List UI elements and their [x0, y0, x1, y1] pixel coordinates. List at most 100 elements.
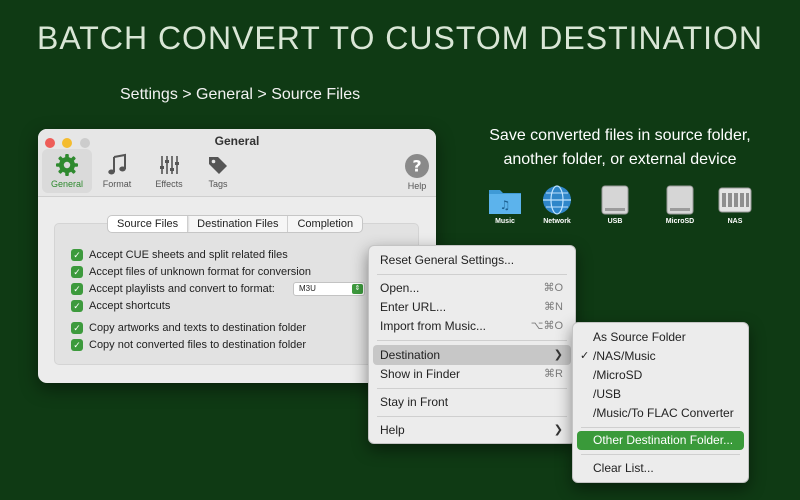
menu-item-label: Reset General Settings... [380, 253, 515, 267]
gear-icon [56, 154, 78, 176]
submenu-item-clear-list[interactable]: Clear List... [577, 459, 744, 478]
option-cue-sheets[interactable]: ✓ Accept CUE sheets and split related fi… [71, 249, 288, 261]
device-network: Network [532, 184, 582, 225]
submenu-item-label: /NAS/Music [593, 349, 656, 363]
option-shortcuts[interactable]: ✓ Accept shortcuts [71, 300, 170, 312]
submenu-item-nas-music[interactable]: ✓ /NAS/Music [577, 347, 744, 366]
device-row: ♫ Music Network USB MicroSD NAS [480, 184, 770, 234]
music-note-icon [108, 153, 126, 175]
submenu-item-label: /USB [593, 387, 622, 401]
checkbox-checked[interactable]: ✓ [71, 339, 83, 351]
option-copy-artworks[interactable]: ✓ Copy artworks and texts to destination… [71, 322, 306, 334]
headline: BATCH CONVERT TO CUSTOM DESTINATION [36, 20, 764, 56]
destination-submenu: As Source Folder ✓ /NAS/Music /MicroSD /… [572, 322, 749, 483]
svg-text:?: ? [412, 157, 421, 176]
submenu-item-music-to-flac[interactable]: /Music/To FLAC Converter [577, 404, 744, 423]
toolbar-format[interactable]: Format [92, 149, 142, 189]
toolbar-help[interactable]: ? Help [392, 149, 436, 191]
menu-item-help[interactable]: Help ❯ [373, 420, 571, 440]
option-label: Accept shortcuts [89, 300, 171, 312]
playlist-format-select[interactable]: M3U ⇕ [293, 282, 365, 296]
menu-item-open[interactable]: Open... ⌘O [373, 278, 571, 298]
svg-text:♫: ♫ [500, 198, 511, 212]
menu-separator [377, 388, 567, 389]
music-folder-icon: ♫ [489, 190, 521, 214]
settings-breadcrumb: Settings > General > Source Files [120, 86, 361, 103]
settings-tabs: Source Files Destination Files Completio… [107, 215, 364, 233]
toolbar-effects[interactable]: Effects [144, 149, 194, 189]
menu-separator [581, 454, 740, 455]
submenu-item-label: /MicroSD [593, 368, 643, 382]
toolbar-tags[interactable]: Tags [193, 149, 243, 189]
device-label: Network [543, 218, 571, 225]
menu-item-label: Enter URL... [380, 300, 447, 314]
tab-destination-files[interactable]: Destination Files [188, 216, 289, 232]
toolbar-label: Effects [155, 179, 183, 189]
tab-completion[interactable]: Completion [288, 216, 362, 232]
caption: Save converted files in source folder, a… [470, 124, 770, 172]
toolbar-label: Help [407, 181, 427, 191]
device-microsd: MicroSD [655, 184, 705, 225]
window-toolbar: General General Format Effects Tags ? He… [38, 129, 436, 197]
option-unknown-format[interactable]: ✓ Accept files of unknown format for con… [71, 266, 311, 278]
device-label: USB [607, 218, 623, 225]
menu-item-import-from-music[interactable]: Import from Music... ⌥⌘O [373, 316, 571, 336]
menu-item-show-in-finder[interactable]: Show in Finder ⌘R [373, 364, 571, 384]
menu-separator [377, 416, 567, 417]
option-copy-not-converted[interactable]: ✓ Copy not converted files to destinatio… [71, 339, 306, 351]
playlist-format-value: M3U [299, 284, 316, 293]
device-label: NAS [727, 218, 743, 225]
menu-item-stay-in-front[interactable]: Stay in Front [373, 392, 571, 412]
device-label: Music [495, 218, 515, 225]
menu-item-destination[interactable]: Destination ❯ [373, 345, 571, 365]
window-title: General [214, 134, 260, 148]
checkbox-checked[interactable]: ✓ [71, 300, 83, 312]
checkmark-icon: ✓ [580, 350, 590, 362]
option-label: Accept playlists and convert to format: [89, 283, 275, 295]
device-nas: NAS [710, 184, 760, 225]
option-label: Accept files of unknown format for conve… [89, 266, 311, 278]
microsd-drive-icon [666, 185, 694, 215]
context-menu: Reset General Settings... Open... ⌘O Ent… [368, 245, 576, 444]
menu-item-label: Destination [380, 348, 441, 362]
toolbar-label: Tags [208, 179, 228, 189]
menu-shortcut: ⌥⌘O [530, 320, 563, 332]
sliders-icon [160, 156, 179, 174]
nas-server-icon [718, 187, 752, 213]
submenu-item-microsd[interactable]: /MicroSD [577, 366, 744, 385]
toolbar-label: Format [102, 179, 132, 189]
submenu-item-label: /Music/To FLAC Converter [593, 406, 734, 420]
menu-shortcut: ⌘O [543, 282, 563, 294]
option-label: Copy artworks and texts to destination f… [89, 322, 307, 334]
menu-separator [377, 274, 567, 275]
submenu-item-label: Other Destination Folder... [593, 433, 734, 447]
device-label: MicroSD [665, 218, 695, 225]
menu-item-enter-url[interactable]: Enter URL... ⌘N [373, 297, 571, 317]
checkbox-checked[interactable]: ✓ [71, 322, 83, 334]
option-playlists[interactable]: ✓ Accept playlists and convert to format… [71, 283, 275, 295]
menu-item-label: Help [380, 423, 405, 437]
checkbox-checked[interactable]: ✓ [71, 266, 83, 278]
chevron-right-icon: ❯ [553, 349, 563, 361]
menu-item-reset-general-settings[interactable]: Reset General Settings... [373, 250, 571, 270]
toolbar-general[interactable]: General [42, 149, 92, 193]
toolbar-label: General [50, 179, 84, 189]
checkbox-checked[interactable]: ✓ [71, 249, 83, 261]
menu-shortcut: ⌘N [544, 301, 563, 313]
menu-item-label: Open... [380, 281, 420, 295]
menu-item-label: Stay in Front [380, 395, 449, 409]
usb-drive-icon [601, 185, 629, 215]
submenu-item-label: As Source Folder [593, 330, 686, 344]
device-music: ♫ Music [480, 184, 530, 225]
submenu-item-label: Clear List... [593, 461, 654, 475]
device-usb: USB [590, 184, 640, 225]
option-label: Accept CUE sheets and split related file… [89, 249, 288, 261]
submenu-item-usb[interactable]: /USB [577, 385, 744, 404]
tab-source-files[interactable]: Source Files [108, 216, 189, 232]
select-stepper-icon: ⇕ [352, 284, 363, 294]
submenu-item-other-destination-folder[interactable]: Other Destination Folder... [577, 431, 744, 450]
chevron-right-icon: ❯ [553, 424, 563, 436]
submenu-item-as-source-folder[interactable]: As Source Folder [577, 328, 744, 347]
network-globe-icon [543, 185, 571, 215]
checkbox-checked[interactable]: ✓ [71, 283, 83, 295]
